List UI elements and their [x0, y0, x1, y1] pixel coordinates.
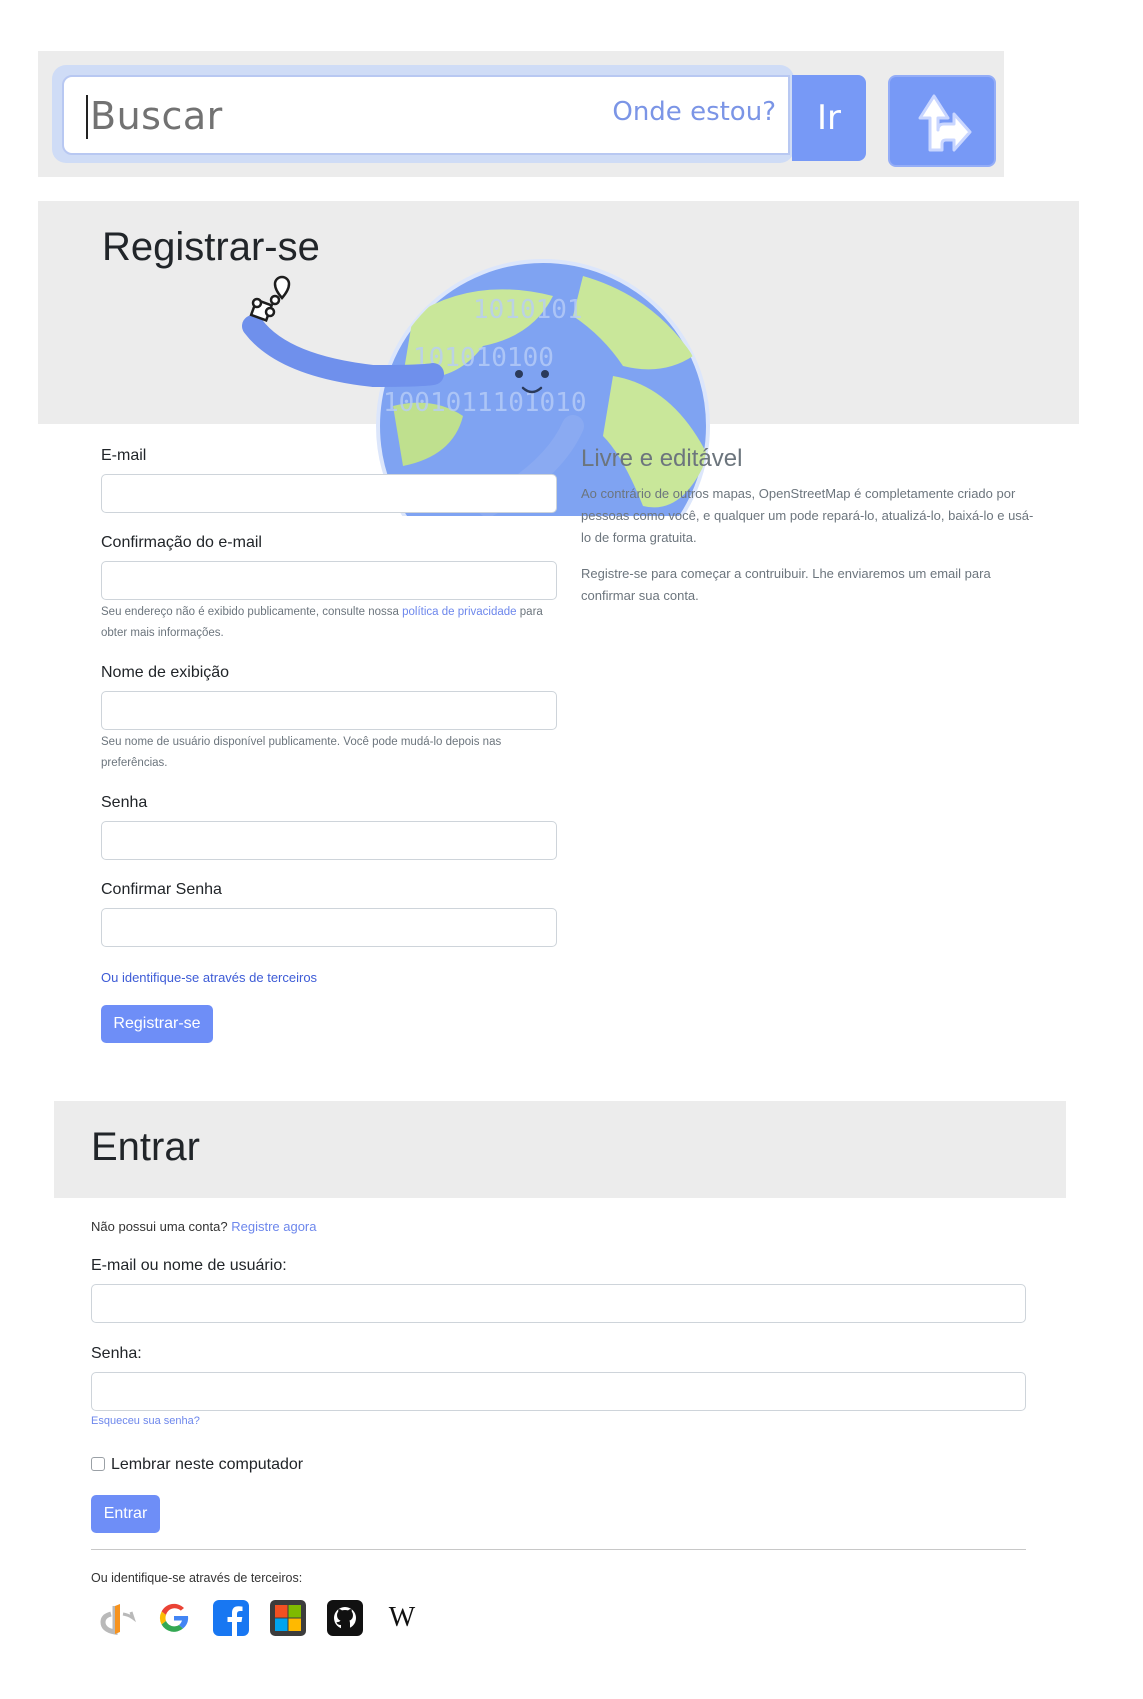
email-field-group: E-mail	[101, 447, 557, 513]
register-title: Registrar-se	[102, 225, 320, 269]
remember-me-row: Lembrar neste computador	[91, 1456, 1026, 1474]
third-party-login-text: Ou identifique-se através de terceiros:	[91, 1571, 303, 1585]
email-help-prefix: Seu endereço não é exibido publicamente,…	[101, 606, 399, 618]
remember-me-label[interactable]: Lembrar neste computador	[111, 1456, 303, 1473]
openid-icon[interactable]	[97, 1598, 137, 1638]
search-bar: Buscar Onde estou? Ir	[38, 51, 1004, 177]
svg-text:1010101: 1010101	[473, 295, 583, 325]
svg-text:1001011101010: 1001011101010	[383, 388, 587, 418]
display-name-label: Nome de exibição	[101, 664, 230, 681]
email-input[interactable]	[101, 474, 557, 513]
text-caret	[86, 95, 88, 139]
username-input[interactable]	[91, 1284, 1026, 1323]
password-confirm-group: Confirmar Senha	[101, 881, 557, 947]
login-header: Entrar	[54, 1101, 1066, 1198]
sidebar-paragraph-1: Ao contrário de outros mapas, OpenStreet…	[581, 486, 1034, 545]
sidebar-title: Livre e editável	[581, 445, 743, 472]
third-party-register-link[interactable]: Ou identifique-se através de terceiros	[101, 970, 557, 985]
forgot-password-link[interactable]: Esqueceu sua senha?	[91, 1415, 1026, 1427]
directions-button[interactable]	[888, 75, 996, 167]
login-password-group: Senha: Esqueceu sua senha?	[91, 1345, 1026, 1427]
login-password-input[interactable]	[91, 1372, 1026, 1411]
email-confirm-label: Confirmação do e-mail	[101, 534, 262, 551]
email-confirm-group: Confirmação do e-mail Seu endereço não é…	[101, 534, 557, 644]
email-confirm-input[interactable]	[101, 561, 557, 600]
password-confirm-input[interactable]	[101, 908, 557, 947]
search-placeholder: Buscar	[90, 94, 223, 138]
search-group: Buscar Onde estou?	[52, 65, 794, 163]
display-name-help: Seu nome de usuário disponível publicame…	[101, 736, 502, 769]
register-header: Registrar-se 1010101 101010100 100101110…	[38, 201, 1079, 593]
go-button[interactable]: Ir	[792, 75, 866, 161]
login-title: Entrar	[91, 1125, 200, 1169]
login-password-label: Senha:	[91, 1345, 142, 1362]
svg-text:101010100: 101010100	[413, 343, 554, 373]
sidebar-paragraph-2: Registre-se para começar a contruibuir. …	[581, 566, 991, 603]
directions-arrow-icon	[918, 94, 972, 152]
search-input[interactable]: Buscar Onde estou?	[62, 75, 790, 155]
email-label: E-mail	[101, 447, 147, 464]
register-submit-button[interactable]: Registrar-se	[101, 1005, 213, 1043]
remember-me-checkbox[interactable]	[91, 1457, 105, 1471]
display-name-input[interactable]	[101, 691, 557, 730]
email-help-text: Seu endereço não é exibido publicamente,…	[101, 602, 557, 644]
username-label: E-mail ou nome de usuário:	[91, 1257, 287, 1274]
no-account-text: Não possui uma conta?	[91, 1219, 228, 1234]
info-sidebar: Livre e editável Ao contrário de outros …	[581, 445, 1041, 621]
no-account-line: Não possui uma conta? Registre agora	[91, 1219, 1026, 1234]
password-input[interactable]	[101, 821, 557, 860]
provider-list: W	[97, 1598, 422, 1638]
microsoft-icon[interactable]	[268, 1598, 308, 1638]
wikipedia-icon[interactable]: W	[382, 1598, 422, 1638]
where-am-i-link[interactable]: Onde estou?	[612, 97, 776, 127]
display-name-group: Nome de exibição Seu nome de usuário dis…	[101, 664, 557, 774]
username-group: E-mail ou nome de usuário:	[91, 1257, 1026, 1323]
wikipedia-glyph: W	[388, 1602, 416, 1633]
privacy-policy-link[interactable]: política de privacidade	[402, 606, 516, 618]
login-submit-button[interactable]: Entrar	[91, 1495, 160, 1533]
divider	[91, 1549, 1026, 1550]
password-label: Senha	[101, 794, 148, 811]
password-confirm-label: Confirmar Senha	[101, 881, 222, 898]
github-icon[interactable]	[325, 1598, 365, 1638]
facebook-icon[interactable]	[211, 1598, 251, 1638]
register-now-link[interactable]: Registre agora	[231, 1219, 316, 1234]
google-icon[interactable]	[154, 1598, 194, 1638]
password-group: Senha	[101, 794, 557, 860]
